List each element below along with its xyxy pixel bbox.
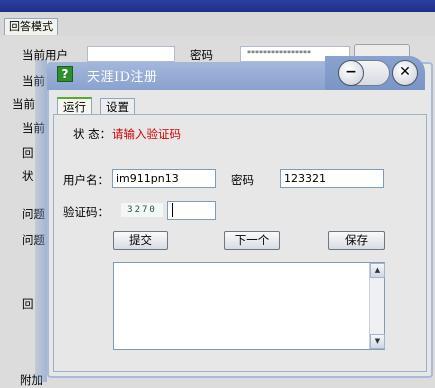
captcha-image: 3270 bbox=[121, 203, 163, 217]
log-textarea[interactable] bbox=[113, 262, 385, 350]
bg-clipped-label-4: 回 bbox=[22, 146, 34, 160]
text-caret bbox=[172, 203, 173, 217]
bg-clipped-label-5: 状 bbox=[22, 169, 34, 183]
bg-clipped-label-2: 当前 bbox=[12, 97, 35, 111]
close-button[interactable]: ✕ bbox=[392, 60, 418, 86]
minimize-button[interactable]: − bbox=[338, 60, 364, 86]
save-button[interactable]: 保存 bbox=[328, 231, 385, 250]
scroll-up-icon[interactable]: ▲ bbox=[370, 263, 385, 278]
dialog-edge bbox=[35, 60, 47, 382]
help-icon: ? bbox=[57, 66, 73, 82]
password-label: 密码 bbox=[231, 173, 254, 187]
registration-dialog: ? 天涯ID注册 − ✕ 运行 设置 状 态： 请输入验证码 用户名： im91… bbox=[35, 56, 435, 382]
background-titlebar bbox=[0, 0, 435, 12]
bg-clipped-label-8: 回 bbox=[22, 297, 34, 311]
status-label: 状 态： bbox=[73, 127, 112, 141]
tab-run[interactable]: 运行 bbox=[57, 97, 92, 115]
tab-answer-mode[interactable]: 回答模式 bbox=[4, 18, 58, 35]
tab-settings[interactable]: 设置 bbox=[100, 98, 135, 115]
captcha-label: 验证码： bbox=[63, 205, 109, 219]
username-label: 用户名： bbox=[63, 173, 109, 187]
log-scrollbar[interactable]: ▲ ▼ bbox=[369, 263, 385, 349]
captcha-input[interactable] bbox=[167, 201, 216, 220]
scroll-down-icon[interactable]: ▼ bbox=[370, 334, 385, 349]
next-button[interactable]: 下一个 bbox=[224, 231, 280, 250]
dialog-title: 天涯ID注册 bbox=[87, 70, 158, 85]
submit-button[interactable]: 提交 bbox=[113, 231, 168, 250]
status-value: 请输入验证码 bbox=[112, 127, 181, 141]
password-input[interactable]: 123321 bbox=[280, 169, 384, 188]
username-input[interactable]: im911pn13 bbox=[112, 169, 216, 188]
background-tabstrip bbox=[0, 12, 435, 37]
